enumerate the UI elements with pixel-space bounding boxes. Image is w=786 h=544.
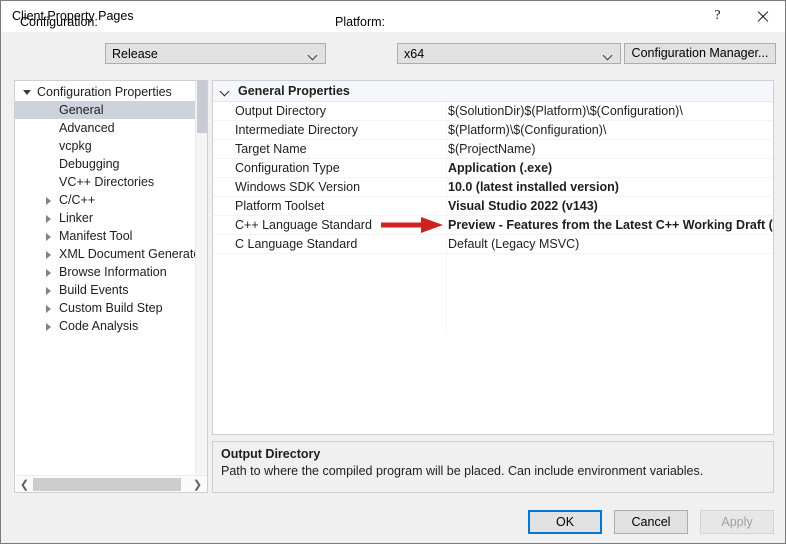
property-row[interactable]: Configuration Type Application (.exe)	[213, 159, 773, 178]
platform-value: x64	[404, 47, 425, 61]
properties-tree-panel: Configuration Properties General Advanced v…	[14, 80, 208, 493]
scroll-left-icon[interactable]: ❮	[16, 476, 33, 492]
property-value[interactable]: Preview - Features from the Latest C++ W…	[448, 218, 773, 232]
help-button[interactable]: ?	[695, 1, 740, 31]
property-row[interactable]: Output Directory $(SolutionDir)$(Platform…	[213, 102, 773, 121]
configuration-value: Release	[112, 47, 158, 61]
tree-item-label: Browse Information	[59, 265, 167, 279]
tree-horizontal-scroll-thumb[interactable]	[33, 478, 181, 491]
property-value[interactable]: Application (.exe)	[448, 161, 552, 175]
tree-item-label: C/C++	[59, 193, 96, 207]
property-row[interactable]: Windows SDK Version 10.0 (latest installe…	[213, 178, 773, 197]
property-value[interactable]: $(SolutionDir)$(Platform)\$(Configuratio…	[448, 104, 683, 118]
tree-item-manifest-tool[interactable]: Manifest Tool	[15, 227, 196, 245]
property-name: Output Directory	[235, 104, 327, 118]
property-value[interactable]: Visual Studio 2022 (v143)	[448, 199, 598, 213]
tree-item-vc-directories[interactable]: VC++ Directories	[15, 173, 196, 191]
tree-item-build-events[interactable]: Build Events	[15, 281, 196, 299]
platform-dropdown[interactable]: x64	[397, 43, 621, 64]
property-row[interactable]: C Language Standard Default (Legacy MSVC)	[213, 235, 773, 254]
property-row[interactable]: Platform Toolset Visual Studio 2022 (v143…	[213, 197, 773, 216]
tree-expander-closed-icon[interactable]	[41, 263, 57, 281]
description-text: Path to where the compiled program will …	[221, 464, 704, 478]
scroll-right-icon[interactable]: ❯	[189, 476, 206, 492]
tree-item-label: XML Document Generator	[59, 247, 205, 261]
tree-item-linker[interactable]: Linker	[15, 209, 196, 227]
tree-vertical-scrollbar[interactable]	[195, 81, 207, 492]
description-title: Output Directory	[221, 447, 321, 461]
tree-item-label: Build Events	[59, 283, 129, 297]
platform-label: Platform:	[335, 15, 386, 29]
property-name: C Language Standard	[235, 237, 358, 251]
question-mark-icon: ?	[714, 8, 721, 23]
chevron-down-icon	[309, 52, 318, 57]
tree-expander-closed-icon[interactable]	[41, 209, 57, 227]
properties-tree: Configuration Properties General Advanced v…	[15, 83, 204, 335]
property-name: C++ Language Standard	[235, 218, 372, 232]
close-button[interactable]	[740, 1, 785, 31]
title-bar: Client Property Pages ?	[1, 1, 785, 33]
tree-item-label: Configuration Properties	[37, 85, 172, 99]
configuration-manager-button[interactable]: Configuration Manager...	[624, 43, 776, 64]
tree-item-label: VC++ Directories	[59, 175, 155, 189]
tree-expander-closed-icon[interactable]	[41, 227, 57, 245]
property-value[interactable]: Default (Legacy MSVC)	[448, 237, 579, 251]
property-name: Platform Toolset	[235, 199, 325, 213]
tree-vertical-scroll-thumb[interactable]	[197, 81, 207, 133]
property-name: Configuration Type	[235, 161, 340, 175]
tree-item-browse-information[interactable]: Browse Information	[15, 263, 196, 281]
tree-item-label: Debugging	[59, 157, 120, 171]
property-grid-rows: Output Directory $(SolutionDir)$(Platform…	[213, 102, 773, 254]
tree-item-advanced[interactable]: Advanced	[15, 119, 196, 137]
tree-item-xml-document-generator[interactable]: XML Document Generator	[15, 245, 204, 263]
tree-expander-closed-icon[interactable]	[41, 317, 57, 335]
tree-item-code-analysis[interactable]: Code Analysis	[15, 317, 196, 335]
tree-item-configuration-properties[interactable]: Configuration Properties	[15, 83, 196, 101]
property-name: Intermediate Directory	[235, 123, 358, 137]
chevron-down-icon	[604, 52, 613, 57]
property-value[interactable]: 10.0 (latest installed version)	[448, 180, 619, 194]
property-row[interactable]: C++ Language Standard Preview - Features …	[213, 216, 773, 235]
property-value[interactable]: $(ProjectName)	[448, 142, 536, 156]
cancel-button[interactable]: Cancel	[614, 510, 688, 534]
tree-item-vcpkg[interactable]: vcpkg	[15, 137, 196, 155]
tree-item-custom-build-step[interactable]: Custom Build Step	[15, 299, 196, 317]
property-value[interactable]: $(Platform)\$(Configuration)\	[448, 123, 606, 137]
tree-item-label: Code Analysis	[59, 319, 139, 333]
close-icon	[756, 10, 769, 23]
tree-item-general[interactable]: General	[15, 101, 196, 119]
property-grid-panel: General Properties Output Directory $(Sol…	[212, 80, 774, 435]
tree-item-label: Advanced	[59, 121, 115, 135]
property-pages-dialog: Client Property Pages ? Configuration: R…	[0, 0, 786, 544]
configuration-label: Configuration:	[20, 15, 98, 29]
tree-item-debugging[interactable]: Debugging	[15, 155, 196, 173]
tree-expander-closed-icon[interactable]	[41, 281, 57, 299]
tree-item-c-c[interactable]: C/C++	[15, 191, 196, 209]
tree-expander-closed-icon[interactable]	[41, 299, 57, 317]
tree-item-label: vcpkg	[59, 139, 92, 153]
tree-item-label: Linker	[59, 211, 94, 225]
apply-button[interactable]: Apply	[700, 510, 774, 534]
tree-item-label: Manifest Tool	[59, 229, 133, 243]
property-row[interactable]: Target Name $(ProjectName)	[213, 140, 773, 159]
tree-expander-closed-icon[interactable]	[41, 191, 57, 209]
ok-button[interactable]: OK	[528, 510, 602, 534]
property-name: Target Name	[235, 142, 307, 156]
tree-item-label: Custom Build Step	[59, 301, 163, 315]
property-name: Windows SDK Version	[235, 180, 361, 194]
chevron-down-icon	[221, 88, 230, 94]
tree-item-label: General	[59, 103, 104, 117]
grid-section-title: General Properties	[238, 84, 350, 98]
tree-expander-closed-icon[interactable]	[41, 245, 57, 263]
grid-section-header[interactable]: General Properties	[213, 81, 773, 102]
property-row[interactable]: Intermediate Directory $(Platform)\$(Conf…	[213, 121, 773, 140]
tree-expander-open-icon[interactable]	[19, 83, 35, 101]
configuration-dropdown[interactable]: Release	[105, 43, 326, 64]
tree-horizontal-scrollbar[interactable]: ❮ ❯	[15, 475, 207, 492]
description-panel: Output Directory Path to where the compi…	[212, 441, 774, 493]
